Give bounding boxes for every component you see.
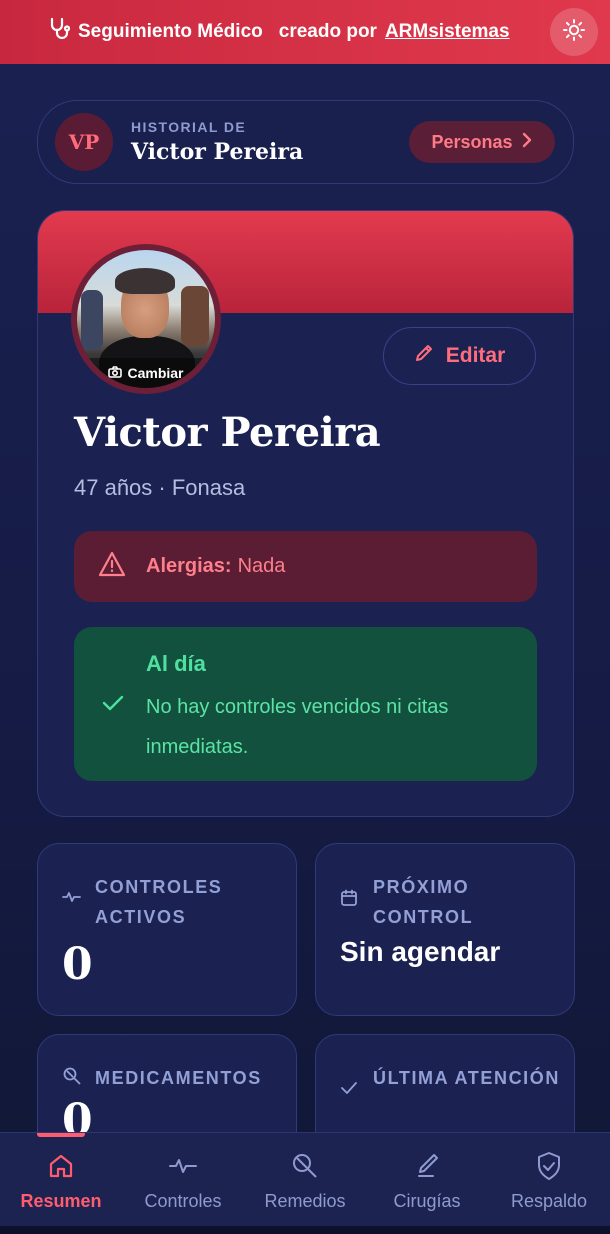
change-photo-button[interactable]: Cambiar bbox=[77, 358, 215, 388]
stat-value: Sin agendar bbox=[340, 936, 501, 967]
pill-icon bbox=[62, 1066, 82, 1091]
personas-label: Personas bbox=[431, 131, 513, 152]
edit-button[interactable]: Editar bbox=[383, 327, 536, 385]
theme-toggle-button[interactable] bbox=[550, 8, 598, 56]
allergy-label: Alergias: bbox=[146, 555, 232, 577]
nav-item-cirugias[interactable]: Cirugías bbox=[366, 1149, 488, 1215]
creator-link[interactable]: ARMsistemas bbox=[385, 21, 510, 43]
profile-photo[interactable]: Cambiar bbox=[71, 244, 221, 394]
chevron-right-icon bbox=[521, 131, 533, 154]
camera-icon bbox=[108, 365, 123, 381]
nav-item-resumen[interactable]: Resumen bbox=[0, 1149, 122, 1215]
nav-item-respaldo[interactable]: Respaldo bbox=[488, 1149, 610, 1215]
pill-icon bbox=[291, 1149, 319, 1183]
personas-button[interactable]: Personas bbox=[409, 121, 555, 163]
check-icon bbox=[340, 1081, 358, 1100]
sun-icon bbox=[562, 18, 586, 47]
calendar-icon bbox=[340, 889, 358, 912]
stat-proximo-control[interactable]: PRÓXIMO CONTROL Sin agendar bbox=[315, 843, 575, 1016]
stat-value: 0 bbox=[62, 939, 93, 990]
edit-label: Editar bbox=[445, 344, 506, 367]
nav-label: Resumen bbox=[20, 1191, 102, 1211]
bottom-nav: Resumen Controles Remedios Cirugías Resp… bbox=[0, 1132, 610, 1234]
profile-name: Victor Pereira bbox=[74, 409, 381, 456]
pulse-icon bbox=[62, 889, 82, 910]
status-ok-box: Al día No hay controles vencidos ni cita… bbox=[74, 627, 537, 781]
allergy-alert: Alergias: Nada bbox=[74, 531, 537, 602]
nav-label: Respaldo bbox=[510, 1191, 588, 1211]
status-text: No hay controles vencidos ni citas inmed… bbox=[146, 696, 449, 758]
stat-label: CONTROLES ACTIVOS bbox=[95, 877, 223, 927]
allergy-value: Nada bbox=[237, 555, 286, 577]
nav-item-controles[interactable]: Controles bbox=[122, 1149, 244, 1215]
top-banner: Seguimiento Médico creado por ARMsistema… bbox=[0, 0, 610, 64]
stat-label: MEDICAMENTOS bbox=[95, 1068, 262, 1088]
history-person-name: Victor Pereira bbox=[131, 139, 304, 165]
warning-icon bbox=[98, 551, 126, 583]
nav-label: Remedios bbox=[264, 1191, 346, 1211]
home-icon bbox=[47, 1149, 75, 1183]
creator-prefix: creado por bbox=[278, 21, 377, 42]
stethoscope-icon bbox=[48, 17, 71, 47]
active-indicator bbox=[37, 1133, 85, 1137]
profile-card: Cambiar Editar Victor Pereira 47 años · … bbox=[37, 210, 574, 817]
status-title: Al día bbox=[146, 651, 206, 676]
app-name: Seguimiento Médico bbox=[78, 21, 263, 42]
history-kicker: HISTORIAL DE bbox=[131, 119, 247, 135]
pencil-icon bbox=[414, 343, 434, 369]
pulse-icon bbox=[169, 1149, 197, 1183]
history-header: VP HISTORIAL DE Victor Pereira Personas bbox=[37, 100, 574, 184]
nav-item-remedios[interactable]: Remedios bbox=[244, 1149, 366, 1215]
nav-label: Controles bbox=[144, 1191, 222, 1211]
stat-label: PRÓXIMO CONTROL bbox=[373, 877, 474, 927]
profile-meta: 47 años · Fonasa bbox=[74, 475, 246, 500]
brand: Seguimiento Médico creado por ARMsistema… bbox=[48, 17, 510, 47]
nav-label: Cirugías bbox=[393, 1191, 461, 1211]
stat-controles-activos[interactable]: CONTROLES ACTIVOS 0 bbox=[37, 843, 297, 1016]
stat-label: ÚLTIMA ATENCIÓN bbox=[373, 1068, 560, 1088]
shield-check-icon bbox=[536, 1149, 562, 1183]
system-bar bbox=[0, 1226, 610, 1234]
avatar-initials: VP bbox=[55, 113, 113, 171]
scalpel-icon bbox=[414, 1149, 440, 1183]
check-icon bbox=[101, 693, 125, 718]
change-photo-label: Cambiar bbox=[127, 365, 184, 381]
